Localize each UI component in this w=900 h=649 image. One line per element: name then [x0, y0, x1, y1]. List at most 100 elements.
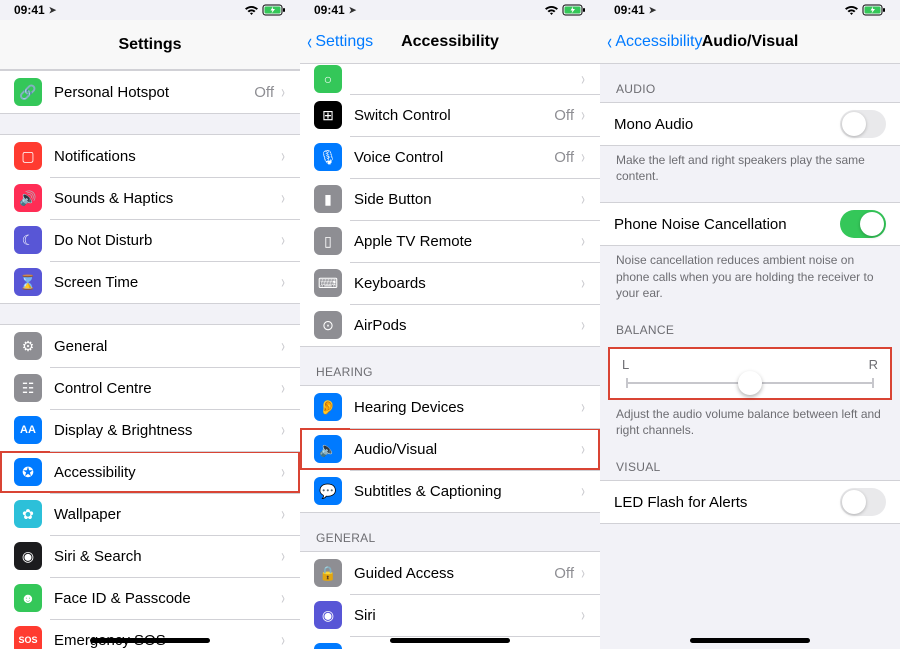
chevron-right-icon: › — [281, 336, 285, 357]
chevron-right-icon: › — [281, 504, 285, 525]
row-value: Off — [554, 565, 574, 582]
slider-tick-left — [626, 378, 628, 388]
moon-icon: ☾ — [14, 226, 42, 254]
home-indicator[interactable] — [690, 638, 810, 643]
chevron-right-icon: › — [581, 147, 585, 168]
row-subtitles-captioning[interactable]: 💬Subtitles & Captioning› — [300, 470, 600, 512]
row-personal-hotspot[interactable]: 🔗 Personal Hotspot Off › — [0, 71, 300, 113]
ear-icon: 👂 — [314, 393, 342, 421]
row-label: LED Flash for Alerts — [614, 494, 840, 511]
row-control-centre[interactable]: ☷Control Centre› — [0, 367, 300, 409]
balance-footer: Adjust the audio volume balance between … — [600, 400, 900, 442]
row-label: Screen Time — [54, 274, 280, 291]
location-icon: ➤ — [649, 5, 657, 16]
row-siri[interactable]: ◉Siri› — [300, 594, 600, 636]
page-title: Settings — [118, 36, 181, 54]
back-button[interactable]: ‹Settings — [306, 31, 373, 53]
row-audio-visual[interactable]: 🔈Audio/Visual› — [300, 428, 600, 470]
chevron-right-icon: › — [581, 315, 585, 336]
mono-footer: Make the left and right speakers play th… — [600, 146, 900, 188]
row-mono-audio: Mono Audio — [600, 103, 900, 145]
back-label: Settings — [315, 33, 373, 51]
row-label: Control Centre — [54, 380, 280, 397]
siri-icon: ◉ — [314, 601, 342, 629]
accessibility-icon: ✪ — [14, 458, 42, 486]
noise-cancellation-toggle[interactable] — [840, 210, 886, 238]
row-noise-cancellation: Phone Noise Cancellation — [600, 203, 900, 245]
flower-icon: ✿ — [14, 500, 42, 528]
chevron-right-icon: › — [581, 397, 585, 418]
visual-header: VISUAL — [600, 442, 900, 480]
row-label: Siri & Search — [54, 548, 280, 565]
chain-icon: 🔗 — [14, 78, 42, 106]
row-general[interactable]: ⚙General› — [0, 325, 300, 367]
speaker-icon: 🔊 — [14, 184, 42, 212]
location-icon: ➤ — [49, 5, 57, 16]
home-indicator[interactable] — [90, 638, 210, 643]
row-display-brightness[interactable]: AADisplay & Brightness› — [0, 409, 300, 451]
row-screen-time[interactable]: ⌛Screen Time› — [0, 261, 300, 303]
chevron-right-icon: › — [281, 272, 285, 293]
row-label: Siri — [354, 607, 580, 624]
row-label: Subtitles & Captioning — [354, 483, 580, 500]
group-hearing: 👂Hearing Devices› 🔈Audio/Visual› 💬Subtit… — [300, 385, 600, 513]
mono-audio-toggle[interactable] — [840, 110, 886, 138]
siri-icon: ◉ — [14, 542, 42, 570]
row-sounds-haptics[interactable]: 🔊Sounds & Haptics› — [0, 177, 300, 219]
row-partial-top[interactable]: ○› — [300, 64, 600, 94]
chevron-right-icon: › — [281, 146, 285, 167]
balance-slider[interactable] — [626, 382, 874, 384]
keyboard-icon: ⌨ — [314, 269, 342, 297]
row-value: Off — [554, 107, 574, 124]
mic-icon: 🎙 — [314, 143, 342, 171]
status-time: 09:41 — [314, 3, 345, 17]
row-apple-tv-remote[interactable]: ▯Apple TV Remote› — [300, 220, 600, 262]
balance-slider-thumb[interactable] — [738, 371, 762, 395]
navbar: ‹Settings Accessibility — [300, 20, 600, 64]
chevron-right-icon: › — [281, 588, 285, 609]
row-wallpaper[interactable]: ✿Wallpaper› — [0, 493, 300, 535]
row-emergency-sos[interactable]: SOSEmergency SOS› — [0, 619, 300, 649]
chevron-right-icon: › — [581, 439, 585, 460]
row-accessibility[interactable]: ✪Accessibility› — [0, 451, 300, 493]
face-icon: ☻ — [14, 584, 42, 612]
audio-header: AUDIO — [600, 64, 900, 102]
row-voice-control[interactable]: 🎙Voice ControlOff› — [300, 136, 600, 178]
airpods-icon: ⊙ — [314, 311, 342, 339]
row-siri-search[interactable]: ◉Siri & Search› — [0, 535, 300, 577]
row-do-not-disturb[interactable]: ☾Do Not Disturb› — [0, 219, 300, 261]
row-notifications[interactable]: ▢Notifications› — [0, 135, 300, 177]
row-side-button[interactable]: ▮Side Button› — [300, 178, 600, 220]
row-label: Do Not Disturb — [54, 232, 280, 249]
row-guided-access[interactable]: 🔒Guided AccessOff› — [300, 552, 600, 594]
row-airpods[interactable]: ⊙AirPods› — [300, 304, 600, 346]
wifi-icon — [244, 5, 259, 16]
battery-icon — [862, 4, 886, 16]
grid-icon: ⊞ — [314, 101, 342, 129]
row-keyboards[interactable]: ⌨Keyboards› — [300, 262, 600, 304]
sos-icon: SOS — [14, 626, 42, 649]
led-flash-toggle[interactable] — [840, 488, 886, 516]
chevron-right-icon: › — [581, 105, 585, 126]
chevron-left-icon: ‹ — [307, 31, 312, 53]
row-label: Guided Access — [354, 565, 554, 582]
row-faceid-passcode[interactable]: ☻Face ID & Passcode› — [0, 577, 300, 619]
general-header: GENERAL — [300, 513, 600, 551]
location-icon: ➤ — [349, 5, 357, 16]
battery-icon — [562, 4, 586, 16]
status-time: 09:41 — [14, 3, 45, 17]
navbar: Settings — [0, 20, 300, 70]
battery-icon — [262, 4, 286, 16]
chevron-right-icon: › — [581, 69, 585, 90]
row-led-flash: LED Flash for Alerts — [600, 481, 900, 523]
row-label: Hearing Devices — [354, 399, 580, 416]
balance-left-label: L — [622, 357, 629, 372]
row-hearing-devices[interactable]: 👂 Hearing Devices› — [300, 386, 600, 428]
home-indicator[interactable] — [390, 638, 510, 643]
row-switch-control[interactable]: ⊞Switch ControlOff› — [300, 94, 600, 136]
button-icon: ▮ — [314, 185, 342, 213]
chevron-right-icon: › — [581, 273, 585, 294]
row-label: General — [54, 338, 280, 355]
subtitle-icon: 💬 — [314, 477, 342, 505]
back-button[interactable]: ‹Accessibility — [606, 31, 702, 53]
